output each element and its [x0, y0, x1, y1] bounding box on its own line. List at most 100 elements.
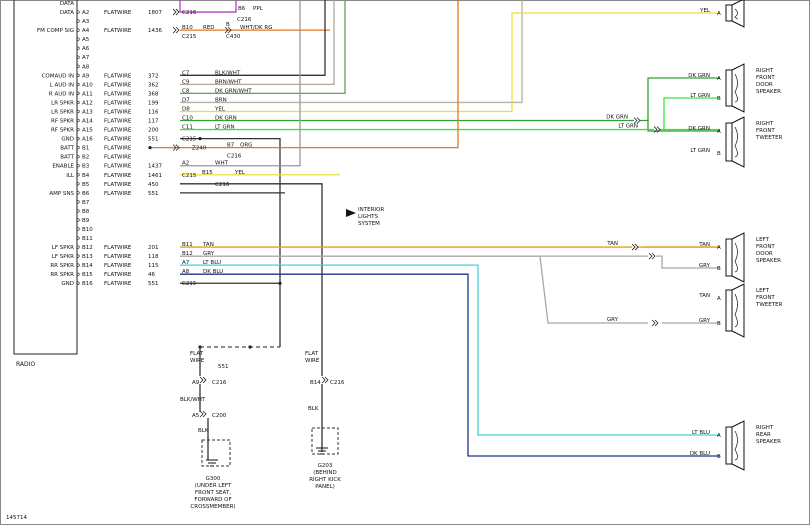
pin-name: RR SPKR: [50, 272, 74, 278]
circuit-label: FLATWIRE: [104, 82, 132, 88]
pin-name: R AUD IN: [49, 91, 74, 97]
pin-label: B14: [310, 380, 321, 386]
splice-label: GRY: [607, 317, 619, 323]
conn-label: C216: [227, 154, 242, 160]
pin-number: A14: [82, 119, 93, 125]
splice-dot: [278, 281, 282, 285]
pin-number: B14: [82, 263, 93, 269]
circuit-label: FLATWIRE: [104, 155, 132, 161]
pin-name: LF SPKR: [52, 245, 74, 251]
circuit-number: 368: [148, 91, 159, 97]
pin-number: B9: [82, 218, 90, 224]
pin-number: B8: [82, 209, 90, 215]
pin-name: ILL: [66, 173, 75, 179]
pin-name: DATA: [60, 10, 74, 16]
pin-name: LR SPKR: [51, 109, 74, 115]
circuit-number: 201: [148, 245, 159, 251]
circuit-number: 372: [148, 73, 159, 79]
circuit-label: FLATWIRE: [104, 245, 132, 251]
pin-label: B15: [202, 170, 213, 176]
color-label: BRN/WHT: [215, 79, 242, 85]
circuit-number: 551: [148, 281, 159, 287]
speaker-pin: B: [717, 151, 721, 157]
conn-label: C216: [215, 182, 230, 188]
circuit-label: FLATWIRE: [104, 137, 132, 143]
pin-name: LR SPKR: [51, 100, 74, 106]
circuit-label: FLATWIRE: [104, 91, 132, 97]
pin-label: B7: [227, 143, 235, 149]
pin-label: C8: [182, 88, 190, 94]
color-label: BLK: [308, 406, 319, 412]
color-label: BLK: [198, 428, 209, 434]
splice-label: LT GRN: [618, 124, 638, 130]
color-label: GRY: [203, 251, 215, 257]
pin-label: B10: [182, 25, 193, 31]
speaker-pin: A: [717, 11, 721, 17]
speaker-wire-color: TAN: [698, 293, 710, 299]
pin-number: B15: [82, 272, 93, 278]
pin-name: FM COMP SIG: [37, 28, 74, 34]
pin-label: B6: [238, 6, 246, 12]
pin-label: B12: [182, 251, 193, 257]
pin-label: C7: [182, 70, 190, 76]
circuit-number: 551: [148, 137, 159, 143]
pin-number: A7: [82, 55, 90, 61]
pin-number: A8: [82, 64, 90, 70]
color-label: TAN: [202, 242, 214, 248]
circuit-number: 551: [218, 364, 229, 370]
color-label: WHT: [215, 161, 229, 167]
circuit-label: FLATWIRE: [104, 281, 132, 287]
color-label: LT BLU: [203, 260, 221, 266]
circuit-label: FLATWIRE: [104, 254, 132, 260]
splice-dot: [248, 345, 252, 349]
circuit-label: FLATWIRE: [104, 128, 132, 134]
conn-label: C216: [212, 380, 227, 386]
circuit-number: 551: [148, 191, 159, 197]
circuit-number: 1436: [148, 28, 162, 34]
color-label: BRN: [215, 97, 227, 103]
circuit-label: FLATWIRE: [104, 263, 132, 269]
pin-label: C9: [182, 79, 190, 85]
speaker-wire-color: GRY: [699, 318, 711, 324]
circuit-label: FLATWIRE: [104, 109, 132, 115]
pin-label: D8: [182, 106, 190, 112]
pin-name: BATT: [60, 146, 74, 152]
speaker-wire-color: LT GRN: [690, 148, 710, 154]
splice-label: DK GRN: [606, 115, 628, 121]
pin-name: RR SPKR: [50, 263, 74, 269]
color-label: PPL: [253, 6, 264, 12]
color-label: YEL: [214, 106, 226, 112]
pin-number: A15: [82, 128, 93, 134]
circuit-label: FLATWIRE: [104, 119, 132, 125]
speaker-pin: A: [717, 296, 721, 302]
circuit-label: FLATWIRE: [104, 73, 132, 79]
pin-label: A5: [192, 413, 200, 419]
pin-name: LF SPKR: [52, 254, 74, 260]
pin-number: B2: [82, 155, 89, 161]
splice-dot: [148, 146, 152, 150]
pin-name: L AUD IN: [50, 82, 74, 88]
circuit-number: 118: [148, 254, 159, 260]
speaker-wire-color: GRY: [699, 263, 711, 269]
pin-number: A6: [82, 46, 90, 52]
pin-label: D7: [182, 97, 190, 103]
conn-label: C215: [182, 34, 197, 40]
color-label: LT GRN: [215, 125, 235, 131]
pin-number: A12: [82, 100, 93, 106]
color-label: YEL: [234, 170, 246, 176]
conn-label: C215: [182, 137, 197, 143]
circuit-label: FLATWIRE: [104, 173, 132, 179]
pin-name: DATA: [60, 1, 74, 7]
conn-label: C215: [182, 173, 197, 179]
circuit-number: 1807: [148, 10, 162, 16]
pin-name: AMP SNS: [49, 191, 74, 197]
circuit-number: 46: [148, 272, 155, 278]
speaker-pin: A: [717, 433, 721, 439]
pin-name: RF SPKR: [51, 128, 74, 134]
conn-label: C216: [182, 10, 197, 16]
wiring-diagram: RADIO 145714 DATA DATA A2 FLATWIRE 1807 A3 FM …: [0, 0, 810, 525]
circuit-label: Z240: [192, 146, 207, 152]
speaker-wire-color: DK GRN: [688, 73, 710, 79]
conn-label: C200: [212, 413, 227, 419]
circuit-number: 450: [148, 182, 159, 188]
